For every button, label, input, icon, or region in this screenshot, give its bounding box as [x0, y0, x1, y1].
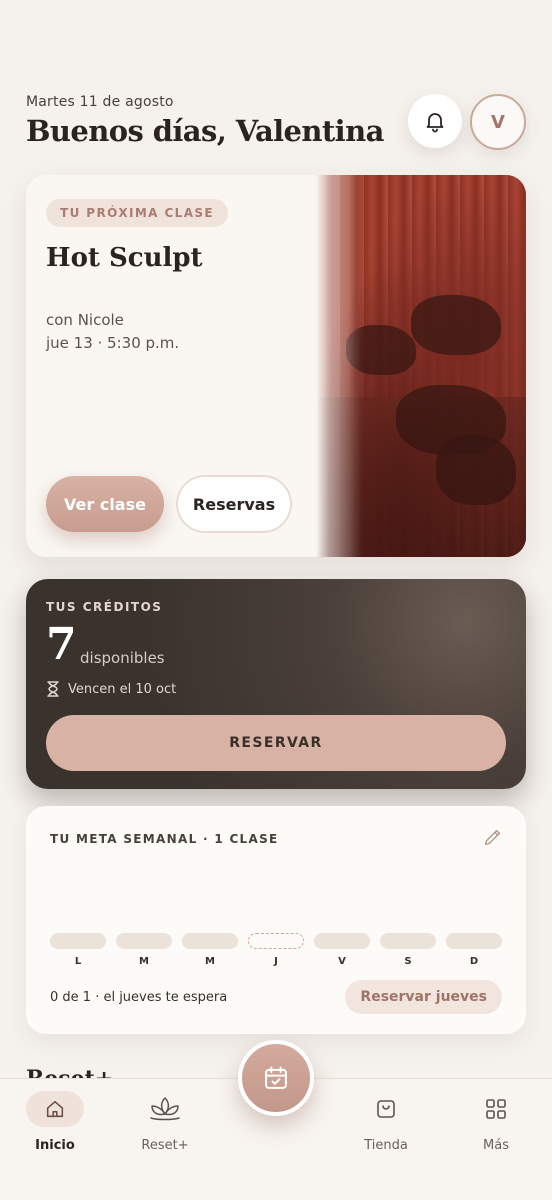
nav-item-reset[interactable]: Reset+ — [125, 1091, 205, 1153]
day-progress-bar — [446, 933, 502, 949]
class-meta: con Nicole jue 13 · 5:30 p.m. — [46, 309, 179, 355]
day-monday: L — [50, 933, 106, 967]
day-progress-bar — [182, 933, 238, 949]
day-letter: J — [274, 956, 278, 967]
day-letter: L — [74, 956, 82, 967]
day-letter: M — [205, 956, 215, 967]
edit-goal-button[interactable] — [482, 826, 504, 852]
avatar[interactable]: V — [470, 94, 526, 150]
day-thursday: J — [248, 933, 304, 967]
goal-status: 0 de 1 · el jueves te espera — [50, 990, 228, 1005]
credits-title: TUS CRÉDITOS — [46, 600, 163, 614]
weekly-goal-card: TU META SEMANAL · 1 CLASE L M M J V S D … — [26, 806, 526, 1034]
credits-count: 7 — [46, 619, 77, 670]
credits-count-label: disponibles — [80, 649, 165, 667]
day-progress-bar — [314, 933, 370, 949]
class-instructor: con Nicole — [46, 311, 124, 329]
grid-icon — [486, 1099, 506, 1119]
credits-expiry: Vencen el 10 oct — [46, 681, 176, 697]
credits-expiry-label: Vencen el 10 oct — [68, 681, 177, 697]
view-class-button[interactable]: Ver clase — [46, 476, 164, 532]
bell-icon — [426, 113, 444, 133]
day-letter: V — [338, 956, 346, 967]
calendar-fab-button[interactable] — [238, 1040, 314, 1116]
book-thursday-button[interactable]: Reservar jueves — [345, 980, 502, 1014]
class-photo — [316, 175, 526, 557]
weekly-goal-title: TU META SEMANAL · 1 CLASE — [50, 832, 279, 846]
shopping-bag-icon — [377, 1100, 395, 1118]
day-progress-bar — [116, 933, 172, 949]
reserve-button[interactable]: RESERVAR — [46, 715, 506, 771]
next-class-tag: TU PRÓXIMA CLASE — [46, 199, 229, 227]
notifications-button[interactable] — [408, 94, 462, 148]
day-sunday: D — [446, 933, 502, 967]
bookings-button[interactable]: Reservas — [176, 475, 292, 533]
credits-card: TUS CRÉDITOS 7 disponibles Vencen el 10 … — [26, 579, 526, 789]
nav-label: Reset+ — [141, 1138, 189, 1153]
day-letter: M — [139, 956, 149, 967]
class-datetime: jue 13 · 5:30 p.m. — [46, 334, 180, 352]
week-days: L M M J V S D — [50, 933, 502, 967]
nav-item-mas[interactable]: Más — [456, 1091, 536, 1153]
day-letter: S — [404, 956, 412, 967]
calendar-check-icon — [265, 1066, 287, 1089]
day-progress-bar-target — [248, 933, 304, 949]
greeting-title: Buenos días, Valentina — [26, 114, 384, 148]
nav-label: Inicio — [35, 1138, 75, 1153]
day-saturday: S — [380, 933, 436, 967]
day-friday: V — [314, 933, 370, 967]
next-class-card[interactable]: TU PRÓXIMA CLASE Hot Sculpt con Nicole j… — [26, 175, 526, 557]
day-progress-bar — [50, 933, 106, 949]
class-name: Hot Sculpt — [46, 243, 203, 273]
nav-item-inicio[interactable]: Inicio — [15, 1091, 95, 1153]
home-icon — [46, 1100, 64, 1118]
day-progress-bar — [380, 933, 436, 949]
lotus-icon — [150, 1097, 180, 1121]
day-tuesday: M — [116, 933, 172, 967]
pencil-icon — [484, 829, 501, 846]
day-letter: D — [469, 956, 479, 967]
nav-item-tienda[interactable]: Tienda — [346, 1091, 426, 1153]
nav-label: Más — [483, 1138, 509, 1153]
header: Martes 11 de agosto Buenos días, Valenti… — [26, 94, 526, 154]
day-wednesday: M — [182, 933, 238, 967]
nav-label: Tienda — [364, 1138, 408, 1153]
hourglass-icon — [47, 681, 59, 697]
